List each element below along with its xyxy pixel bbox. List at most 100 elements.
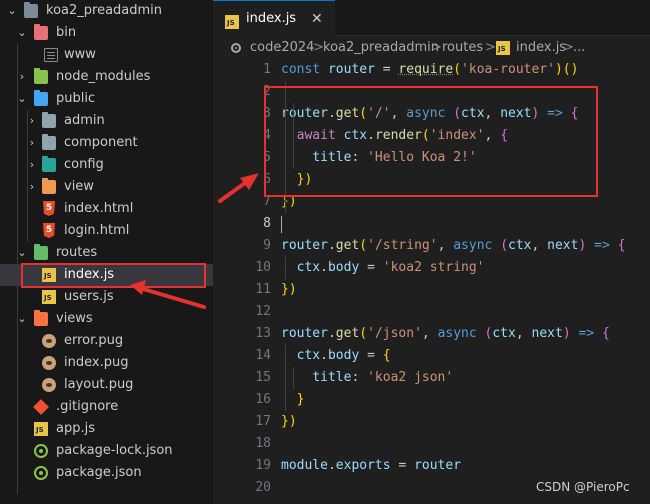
file-icon	[44, 48, 58, 62]
folder-public-icon	[34, 90, 48, 106]
chevron-down-icon: ⌄	[7, 4, 17, 17]
tree-item-label: views	[56, 311, 93, 326]
code-line[interactable]: 13 router.get('/json', async (ctx, next) …	[213, 323, 650, 345]
tree-item-label: layout.pug	[64, 377, 134, 392]
watermark: CSDN @PieroPc	[536, 480, 630, 494]
tree-item-label: error.pug	[64, 333, 124, 348]
explorer-panel: ⌄ koa2_preadadmin ⌄ bin www › node_modul…	[0, 0, 213, 504]
line-number: 18	[255, 436, 271, 451]
line-number: 1	[263, 62, 271, 77]
code-line[interactable]: 10 ctx.body = 'koa2 string'	[213, 257, 650, 279]
code-line[interactable]: 8	[213, 213, 650, 235]
chevron-right-icon: ›	[29, 114, 35, 127]
js-file-icon: JS	[496, 41, 510, 55]
tree-item-package-json[interactable]: package.json	[0, 462, 213, 484]
code-text: ctx.body = 'koa2 string'	[296, 260, 485, 275]
code-line[interactable]: 9 router.get('/string', async (ctx, next)…	[213, 235, 650, 257]
code-line[interactable]: 18	[213, 433, 650, 455]
code-text: module.exports = router	[281, 458, 462, 473]
tree-item-views[interactable]: ⌄ views	[0, 308, 213, 330]
folder-bin-icon	[34, 24, 48, 40]
code-text: router.get('/json', async (ctx, next) =>…	[281, 326, 610, 341]
tree-item-label: config	[64, 157, 104, 172]
html-file-icon	[42, 224, 56, 238]
tree-item-label: app.js	[56, 421, 95, 436]
tree-item-index-pug[interactable]: index.pug	[0, 352, 213, 374]
breadcrumb-item[interactable]: code2024	[250, 37, 314, 59]
breadcrumb-item[interactable]: koa2_preadadmin	[323, 37, 439, 59]
tree-item-index-html[interactable]: index.html	[0, 198, 213, 220]
folder-view-icon	[42, 178, 56, 194]
tree-item-view[interactable]: › view	[0, 176, 213, 198]
tree-item-error-pug[interactable]: error.pug	[0, 330, 213, 352]
code-text: })	[281, 414, 297, 429]
folder-open-icon	[24, 2, 38, 18]
folder-routes-icon	[34, 244, 48, 260]
tree-item-label: public	[56, 91, 96, 106]
line-number: 19	[255, 458, 271, 473]
code-line[interactable]: 12	[213, 301, 650, 323]
chevron-right-icon: ›	[29, 180, 35, 193]
tree-item-label: users.js	[64, 289, 114, 304]
code-text: const router = require('koa-router')()	[281, 62, 579, 77]
tree-item-login-html[interactable]: login.html	[0, 220, 213, 242]
code-text: router.get('/string', async (ctx, next) …	[281, 238, 626, 253]
folder-views-icon	[34, 310, 48, 326]
line-number: 12	[255, 304, 271, 319]
code-line[interactable]: 17})	[213, 411, 650, 433]
breadcrumb-item[interactable]: index.js	[516, 37, 566, 59]
tree-item-app-js[interactable]: JS app.js	[0, 418, 213, 440]
line-number: 20	[255, 480, 271, 495]
tree-item-bin[interactable]: ⌄ bin	[0, 22, 213, 44]
tab-index-js[interactable]: JS index.js ✕	[213, 0, 335, 36]
pug-file-icon	[42, 378, 56, 392]
chevron-down-icon: ⌄	[17, 246, 27, 259]
chevron-down-icon: ⌄	[17, 92, 27, 105]
code-line[interactable]: 16 }	[213, 389, 650, 411]
code-line[interactable]: 15 title: 'koa2 json'	[213, 367, 650, 389]
line-number: 11	[255, 282, 271, 297]
tree-item-package-lock-json[interactable]: package-lock.json	[0, 440, 213, 462]
tree-item-label: node_modules	[56, 69, 151, 84]
tree-item-label: package-lock.json	[56, 443, 173, 458]
tree-item-www[interactable]: www	[0, 44, 213, 66]
indent-guide	[285, 345, 286, 411]
tree-item-component[interactable]: › component	[0, 132, 213, 154]
code-line[interactable]: 11})	[213, 279, 650, 301]
tree-item-config[interactable]: › config	[0, 154, 213, 176]
code-text: ctx.body = {	[296, 348, 391, 363]
tree-item-gitignore[interactable]: .gitignore	[0, 396, 213, 418]
chevron-down-icon: ⌄	[17, 26, 27, 39]
code-text: title: 'koa2 json'	[312, 370, 454, 385]
tree-item-layout-pug[interactable]: layout.pug	[0, 374, 213, 396]
tab-bar: JS index.js ✕	[213, 0, 650, 36]
code-line[interactable]: 19 module.exports = router	[213, 455, 650, 477]
tree-item-routes[interactable]: ⌄ routes	[0, 242, 213, 264]
line-number: 10	[255, 260, 271, 275]
tree-item-label: .gitignore	[56, 399, 119, 414]
json-file-icon	[34, 466, 48, 480]
pug-file-icon	[42, 334, 56, 348]
json-file-icon	[34, 444, 48, 458]
tree-item-label: login.html	[64, 223, 130, 238]
html-file-icon	[42, 202, 56, 216]
folder-icon	[42, 134, 56, 150]
folder-config-icon	[42, 156, 56, 172]
tree-item-users-js[interactable]: JS users.js	[0, 286, 213, 308]
indent-guide	[285, 257, 286, 279]
line-number: 16	[255, 392, 271, 407]
code-text: })	[281, 282, 297, 297]
tree-item-node-modules[interactable]: › node_modules	[0, 66, 213, 88]
tree-item-label: component	[64, 135, 138, 150]
breadcrumb-item[interactable]: routes	[442, 37, 483, 59]
tree-item-koa2-preadadmin[interactable]: ⌄ koa2_preadadmin	[0, 0, 213, 22]
tree-item-label: view	[64, 179, 94, 194]
code-line[interactable]: 1 const router = require('koa-router')()	[213, 59, 650, 81]
breadcrumb-item[interactable]: ...	[573, 37, 585, 59]
tree-item-admin[interactable]: › admin	[0, 110, 213, 132]
close-icon[interactable]: ✕	[311, 1, 323, 37]
tree-item-public[interactable]: ⌄ public	[0, 88, 213, 110]
folder-icon	[42, 112, 56, 128]
code-line[interactable]: 14 ctx.body = {	[213, 345, 650, 367]
editor-panel: JS index.js ✕ code2024 > koa2_preadadmin…	[213, 0, 650, 504]
